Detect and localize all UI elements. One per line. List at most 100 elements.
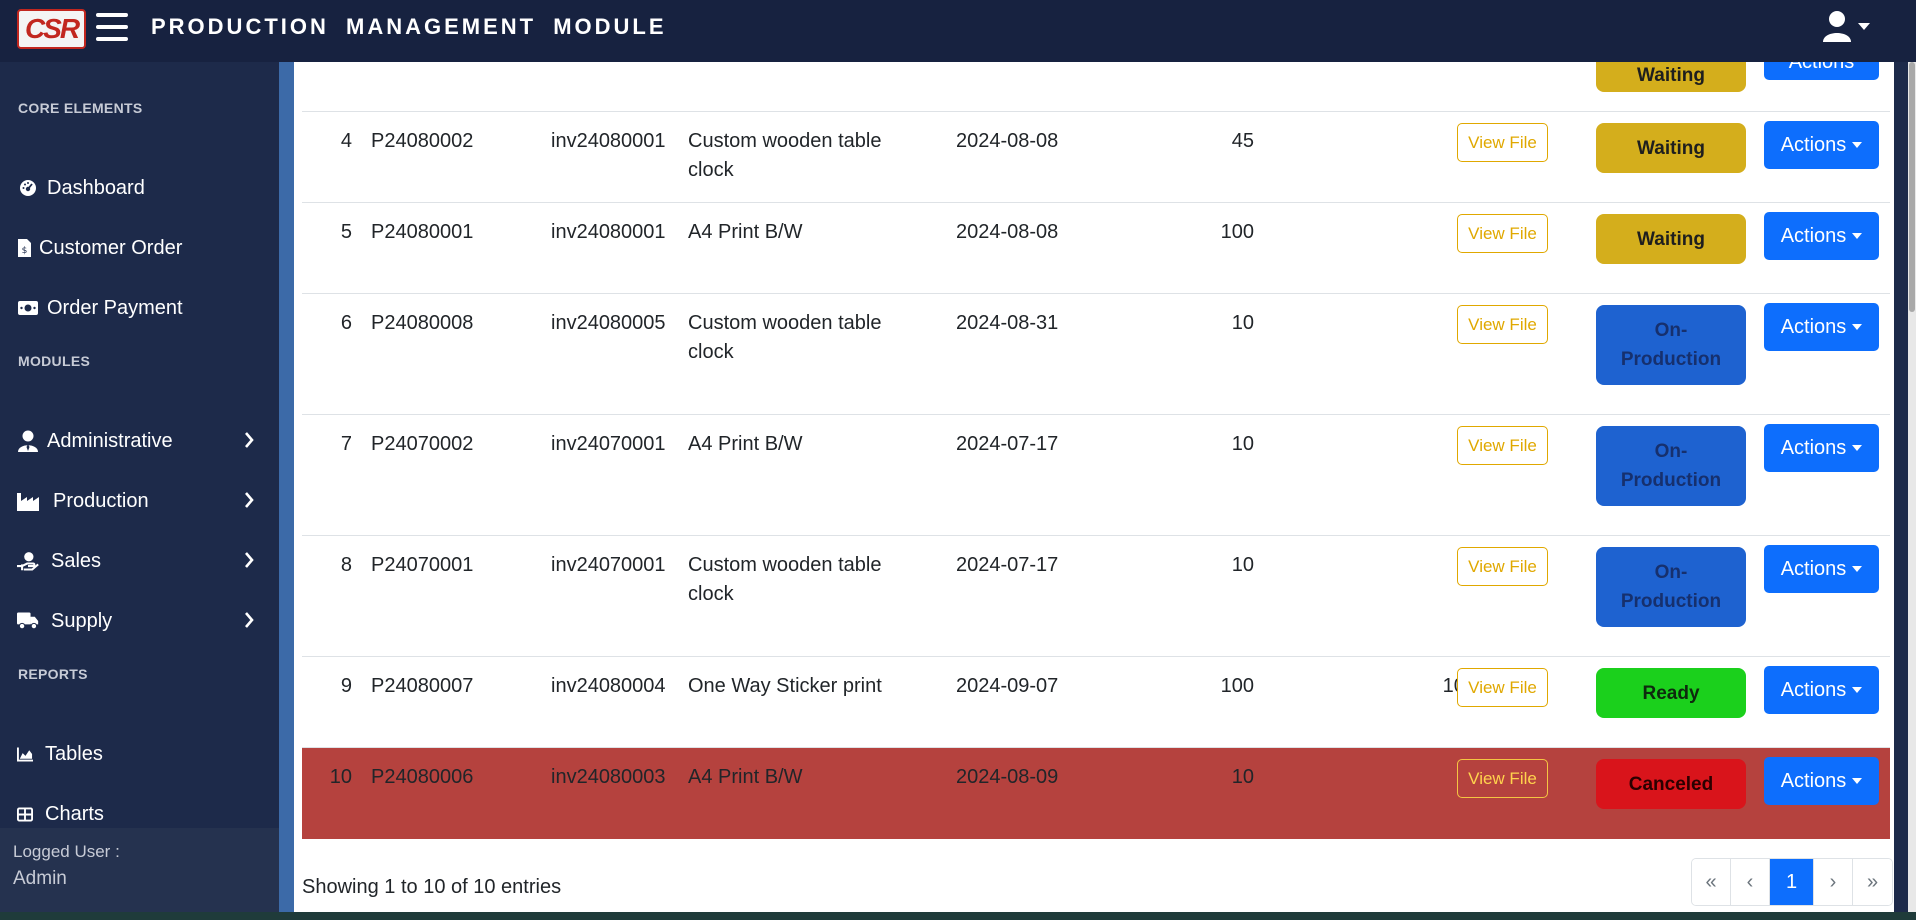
pagination: « ‹ 1 › » bbox=[1691, 858, 1893, 906]
view-file-button[interactable]: View File bbox=[1457, 426, 1548, 465]
sidebar-item-label: Administrative bbox=[47, 429, 173, 452]
caret-down-icon bbox=[1852, 687, 1863, 693]
invoice-id: inv24070001 bbox=[551, 554, 666, 576]
truck-icon bbox=[17, 611, 39, 631]
sidebar-item-label: Sales bbox=[51, 549, 102, 572]
sidebar-divider bbox=[279, 62, 294, 920]
production-order-id: P24080002 bbox=[371, 130, 474, 152]
actions-dropdown-button[interactable]: Actions bbox=[1764, 545, 1879, 593]
production-order-id: P24080006 bbox=[371, 766, 474, 788]
production-order-id: P24080008 bbox=[371, 312, 474, 334]
logged-user-name: Admin bbox=[13, 868, 67, 889]
quantity: 45 bbox=[1231, 130, 1254, 152]
status-badge: On-Production bbox=[1596, 547, 1746, 627]
pagination-page-1[interactable]: 1 bbox=[1770, 859, 1814, 905]
view-file-button[interactable]: View File bbox=[1457, 668, 1548, 707]
logged-user-label: Logged User : bbox=[13, 842, 120, 861]
view-file-button[interactable]: View File bbox=[1457, 214, 1548, 253]
sidebar-item-production[interactable]: Production bbox=[0, 479, 279, 523]
quantity: 10 bbox=[1231, 554, 1254, 576]
actions-dropdown-button[interactable]: Actions bbox=[1764, 212, 1879, 260]
actions-dropdown-button[interactable]: Actions bbox=[1764, 424, 1879, 472]
table-row: 6 P24080008 inv24080005 Custom wooden ta… bbox=[302, 294, 1890, 415]
quantity: 10 bbox=[1231, 312, 1254, 334]
status-badge: On-Production bbox=[1596, 426, 1746, 506]
sidebar-item-supply[interactable]: Supply bbox=[0, 599, 279, 643]
user-tie-icon bbox=[17, 430, 39, 452]
csr-logo[interactable]: CSR bbox=[17, 9, 86, 49]
quantity: 100 bbox=[1220, 221, 1254, 243]
actions-dropdown-button[interactable]: Actions bbox=[1764, 757, 1879, 805]
view-file-button[interactable]: View File bbox=[1457, 547, 1548, 586]
order-date: 2024-07-17 bbox=[956, 554, 1059, 576]
chevron-right-icon bbox=[244, 491, 254, 515]
top-navbar: CSR PRODUCTION MANAGEMENT MODULE bbox=[0, 0, 1916, 62]
row-number: 7 bbox=[340, 433, 352, 455]
row-number: 5 bbox=[340, 221, 352, 243]
invoice-id: inv24080004 bbox=[551, 675, 666, 697]
table-row: 8 P24070001 inv24070001 Custom wooden ta… bbox=[302, 536, 1890, 657]
status-badge: Canceled bbox=[1596, 759, 1746, 809]
sidebar-item-dashboard[interactable]: Dashboard bbox=[0, 166, 279, 210]
actions-dropdown-button[interactable]: Actions bbox=[1764, 666, 1879, 714]
pagination-prev-button[interactable]: ‹ bbox=[1731, 859, 1770, 905]
hand-holding-dollar-icon bbox=[17, 550, 39, 572]
sidebar-item-label: Production bbox=[53, 489, 149, 512]
row-number: 9 bbox=[340, 675, 352, 697]
caret-down-icon bbox=[1852, 566, 1863, 572]
quantity: 100 bbox=[1220, 675, 1254, 697]
pagination-next-button[interactable]: › bbox=[1814, 859, 1853, 905]
production-order-id: P24070002 bbox=[371, 433, 474, 455]
caret-down-icon bbox=[1852, 142, 1863, 148]
table-row: 4 P24080002 inv24080001 Custom wooden ta… bbox=[302, 112, 1890, 203]
row-number: 6 bbox=[340, 312, 352, 334]
status-badge: On-Production bbox=[1596, 305, 1746, 385]
sidebar-item-order-payment[interactable]: Order Payment bbox=[0, 286, 279, 330]
actions-dropdown-button[interactable]: Actions bbox=[1764, 121, 1879, 169]
item-name: A4 Print B/W bbox=[688, 766, 803, 788]
user-menu-button[interactable] bbox=[1822, 10, 1870, 42]
sidebar-footer: Logged User : Admin bbox=[0, 828, 279, 920]
sidebar-item-label: Supply bbox=[51, 609, 113, 632]
table-icon bbox=[17, 806, 33, 822]
sidebar-item-label: Order Payment bbox=[47, 296, 183, 319]
invoice-id: inv24070001 bbox=[551, 433, 666, 455]
order-date: 2024-09-07 bbox=[956, 675, 1059, 697]
row-number: 10 bbox=[329, 766, 352, 788]
production-order-id: P24080007 bbox=[371, 675, 474, 697]
page-scrollbar-thumb[interactable] bbox=[1909, 62, 1915, 312]
table-row-canceled: 10 P24080006 inv24080003 A4 Print B/W 20… bbox=[302, 748, 1890, 839]
sidebar-item-sales[interactable]: Sales bbox=[0, 539, 279, 583]
sidebar: CORE ELEMENTS Dashboard $ Customer Order… bbox=[0, 62, 279, 920]
area-chart-icon bbox=[17, 746, 33, 762]
status-badge: Waiting bbox=[1596, 123, 1746, 173]
view-file-button[interactable]: View File bbox=[1457, 305, 1548, 344]
sidebar-heading-modules: MODULES bbox=[18, 353, 91, 369]
production-order-id: P24080001 bbox=[371, 221, 474, 243]
pagination-first-button[interactable]: « bbox=[1692, 859, 1731, 905]
table-row: 9 P24080007 inv24080004 One Way Sticker … bbox=[302, 657, 1890, 748]
item-name: Custom wooden table clock bbox=[688, 554, 882, 605]
quantity: 10 bbox=[1231, 766, 1254, 788]
sidebar-item-label: Tables bbox=[45, 742, 103, 765]
table-row-partial: Waiting Actions bbox=[302, 44, 1890, 112]
sidebar-item-label: Charts bbox=[45, 802, 104, 825]
item-name: Custom wooden table clock bbox=[688, 312, 882, 363]
chevron-right-icon bbox=[244, 431, 254, 455]
sidebar-item-customer-order[interactable]: $ Customer Order bbox=[0, 226, 279, 270]
view-file-button[interactable]: View File bbox=[1457, 759, 1548, 798]
hamburger-menu-icon[interactable] bbox=[96, 13, 128, 41]
table-info-text: Showing 1 to 10 of 10 entries bbox=[302, 876, 562, 898]
item-name: Custom wooden table clock bbox=[688, 130, 882, 181]
status-badge: Ready bbox=[1596, 668, 1746, 718]
sidebar-item-tables[interactable]: Tables bbox=[0, 732, 279, 776]
view-file-button[interactable]: View File bbox=[1457, 123, 1548, 162]
order-date: 2024-08-09 bbox=[956, 766, 1059, 788]
dashboard-icon bbox=[17, 179, 39, 197]
caret-down-icon bbox=[1852, 324, 1863, 330]
item-name: A4 Print B/W bbox=[688, 433, 803, 455]
sidebar-item-administrative[interactable]: Administrative bbox=[0, 419, 279, 463]
pagination-last-button[interactable]: » bbox=[1853, 859, 1892, 905]
app-title: PRODUCTION MANAGEMENT MODULE bbox=[151, 14, 667, 39]
actions-dropdown-button[interactable]: Actions bbox=[1764, 303, 1879, 351]
